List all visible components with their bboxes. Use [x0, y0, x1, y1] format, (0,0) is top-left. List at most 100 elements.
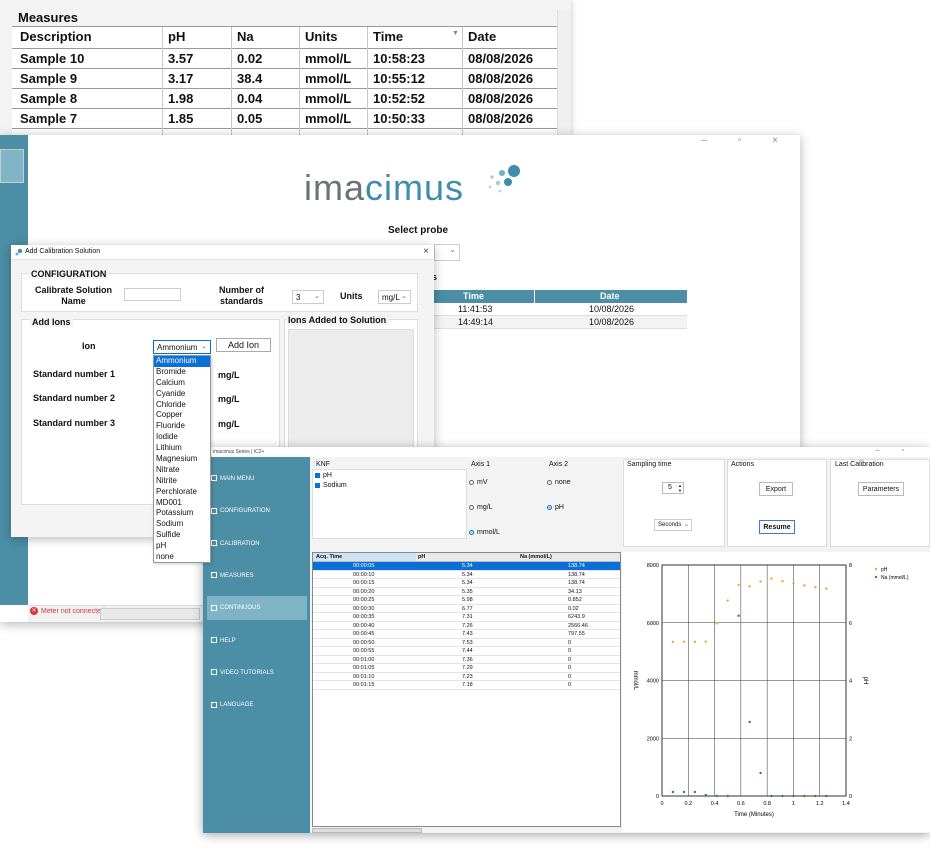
- resume-button[interactable]: Resume: [759, 520, 795, 534]
- column-header[interactable]: Acq. Time: [313, 553, 416, 561]
- knf-item-sodium[interactable]: Sodium: [315, 482, 347, 489]
- table-row[interactable]: 00:00:10 5.34 138.74: [313, 571, 620, 579]
- data-point[interactable]: [792, 794, 795, 798]
- close-icon[interactable]: ×: [423, 246, 429, 257]
- table-row[interactable]: Sample 8 1.98 0.04 mmol/L 10:52:52 08/08/2026: [12, 89, 557, 109]
- sampling-value-spinner[interactable]: 5 ▲ ▼: [662, 482, 684, 494]
- dropdown-option[interactable]: Magnesium: [154, 454, 210, 465]
- data-point[interactable]: [770, 577, 773, 580]
- dropdown-option[interactable]: Lithium: [154, 443, 210, 454]
- window-controls[interactable]: – ▫: [876, 447, 914, 454]
- data-point[interactable]: [682, 640, 686, 644]
- window-controls[interactable]: – ▫ ×: [701, 135, 792, 146]
- table-row[interactable]: 00:00:35 7.31 6243.9: [313, 613, 620, 622]
- dropdown-option[interactable]: none: [154, 552, 210, 563]
- dropdown-option[interactable]: Ammonium: [154, 356, 210, 367]
- number-of-standards-select[interactable]: 3 ⌄: [292, 290, 324, 304]
- axis2-option-none[interactable]: none: [547, 479, 571, 486]
- axis2-option-ph[interactable]: pH: [547, 504, 564, 511]
- column-header[interactable]: Na: [237, 29, 254, 44]
- dropdown-option[interactable]: Nitrite: [154, 476, 210, 487]
- table-row[interactable]: 00:00:55 7.44 0: [313, 647, 620, 656]
- sidebar-selected-item[interactable]: [0, 149, 24, 183]
- axis1-option-mmoll[interactable]: mmol/L: [469, 529, 500, 536]
- nav-item-main-menu[interactable]: MAIN MENU: [211, 467, 308, 491]
- table-row[interactable]: 00:00:20 5.35 34.13: [313, 588, 620, 596]
- column-header[interactable]: Units: [305, 29, 338, 44]
- nav-item-calibration[interactable]: CALIBRATION: [211, 532, 308, 556]
- dropdown-option[interactable]: Fluoride: [154, 421, 210, 432]
- dropdown-option[interactable]: Calcium: [154, 378, 210, 389]
- table-row[interactable]: 00:00:05 5.34 138.74: [313, 562, 620, 571]
- data-point[interactable]: [770, 794, 773, 798]
- table-row[interactable]: 00:01:15 7.18 0: [313, 681, 620, 690]
- solution-name-input[interactable]: [124, 288, 181, 301]
- dropdown-option[interactable]: Chloride: [154, 400, 210, 411]
- nav-item-help[interactable]: HELP: [211, 629, 308, 653]
- dropdown-option[interactable]: Potassium: [154, 508, 210, 519]
- table-row[interactable]: 14:49:14 10/08/2026: [430, 316, 687, 329]
- data-point[interactable]: [726, 794, 729, 798]
- dropdown-option[interactable]: Sodium: [154, 519, 210, 530]
- knf-item-ph[interactable]: pH: [315, 472, 332, 479]
- column-header[interactable]: Na (mmol/L): [520, 553, 552, 562]
- vertical-scrollbar[interactable]: [557, 10, 571, 136]
- data-point[interactable]: [803, 794, 806, 798]
- probe-select[interactable]: ⌄: [434, 244, 460, 261]
- data-point[interactable]: [792, 582, 795, 585]
- nav-item-configuration[interactable]: CONFIGURATION: [211, 499, 308, 523]
- data-point[interactable]: [748, 585, 751, 588]
- dropdown-option[interactable]: Bromide: [154, 367, 210, 378]
- table-row[interactable]: 00:00:45 7.43 797.55: [313, 630, 620, 639]
- nav-item-continuous[interactable]: CONTINUOUS: [207, 596, 307, 621]
- column-header[interactable]: Time: [463, 291, 484, 301]
- table-row[interactable]: 00:01:00 7.36 0: [313, 656, 620, 664]
- data-point[interactable]: [671, 640, 675, 644]
- data-point[interactable]: [814, 586, 817, 589]
- data-point[interactable]: [781, 794, 784, 798]
- data-point[interactable]: [715, 794, 719, 798]
- table-row[interactable]: 11:41:53 10/08/2026: [430, 303, 687, 316]
- data-point[interactable]: [825, 794, 828, 798]
- dropdown-option[interactable]: Nitrate: [154, 465, 210, 476]
- table-row[interactable]: 00:00:25 5.98 0.852: [313, 596, 620, 605]
- axis1-option-mv[interactable]: mV: [469, 479, 488, 486]
- horizontal-scrollbar[interactable]: [312, 828, 422, 833]
- parameters-button[interactable]: Parameters: [858, 482, 904, 496]
- data-point[interactable]: [715, 622, 719, 625]
- data-point[interactable]: [693, 640, 697, 644]
- ion-dropdown-list[interactable]: Ammonium Bromide Calcium Cyanide Chloride Cop…: [153, 355, 211, 563]
- column-header[interactable]: Time: [373, 29, 403, 44]
- data-point[interactable]: [781, 579, 784, 583]
- table-row[interactable]: Sample 7 1.85 0.05 mmol/L 10:50:33 08/08/2026: [12, 109, 557, 129]
- table-row[interactable]: 00:00:40 7.26 2566.46: [313, 622, 620, 630]
- table-row[interactable]: Sample 10 3.57 0.02 mmol/L 10:58:23 08/08/202…: [12, 49, 557, 69]
- data-point[interactable]: [748, 720, 751, 724]
- data-point[interactable]: [759, 580, 762, 583]
- data-point[interactable]: [671, 790, 675, 794]
- sampling-unit-select[interactable]: Seconds ⌄: [654, 519, 692, 531]
- data-point[interactable]: [693, 790, 697, 794]
- dropdown-option[interactable]: Iodide: [154, 432, 210, 443]
- nav-item-language[interactable]: LANGUAGE: [211, 693, 308, 717]
- column-header[interactable]: pH: [418, 553, 425, 562]
- dropdown-option[interactable]: pH: [154, 541, 210, 552]
- dropdown-option[interactable]: Cyanide: [154, 389, 210, 400]
- data-point[interactable]: [682, 790, 686, 794]
- column-header[interactable]: Date: [468, 29, 496, 44]
- nav-item-measures[interactable]: MEASURES: [211, 564, 308, 588]
- table-row[interactable]: 00:01:10 7.23 0: [313, 673, 620, 681]
- data-point[interactable]: [704, 640, 707, 643]
- continuous-data-table[interactable]: Acq. Time pH Na (mmol/L) 00:00:05 5.34 138…: [312, 552, 621, 827]
- axis1-option-mgl[interactable]: mg/L: [469, 504, 493, 511]
- data-point[interactable]: [737, 583, 740, 587]
- sort-down-icon[interactable]: ▼: [452, 30, 459, 37]
- table-row[interactable]: 00:00:30 6.77 0.02: [313, 605, 620, 613]
- column-header[interactable]: Description: [20, 29, 92, 44]
- data-point[interactable]: [737, 614, 740, 617]
- dropdown-option[interactable]: Copper: [154, 410, 210, 421]
- dropdown-option[interactable]: Sulfide: [154, 530, 210, 541]
- data-point[interactable]: [759, 771, 762, 775]
- units-select[interactable]: mg/L ⌄: [378, 290, 411, 304]
- data-point[interactable]: [814, 794, 817, 798]
